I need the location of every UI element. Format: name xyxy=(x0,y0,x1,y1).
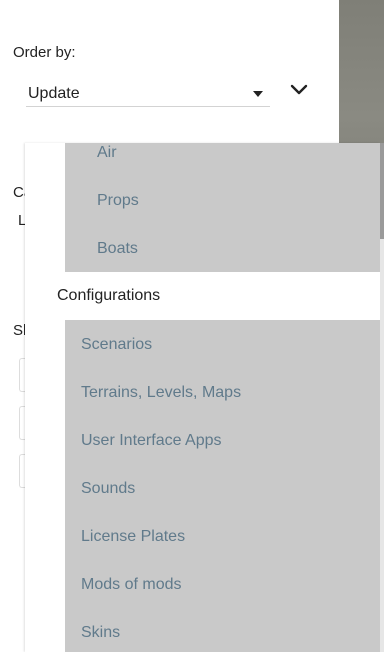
menu-item-configurations[interactable]: Configurations xyxy=(57,287,160,305)
dropdown-caret-icon xyxy=(253,91,263,97)
menu-item-boats[interactable]: Boats xyxy=(97,240,138,258)
menu-item-air[interactable]: Air xyxy=(97,144,117,162)
order-by-select[interactable]: Update xyxy=(26,82,270,107)
menu-item-sounds[interactable]: Sounds xyxy=(81,480,135,498)
menu-item-skins[interactable]: Skins xyxy=(81,624,120,642)
chevron-down-icon[interactable] xyxy=(289,82,309,98)
menu-item-mods-of-mods[interactable]: Mods of mods xyxy=(81,576,181,594)
dropdown-scrollbar-thumb[interactable] xyxy=(380,143,384,239)
order-by-value: Update xyxy=(28,85,80,102)
menu-item-scenarios[interactable]: Scenarios xyxy=(81,336,152,354)
order-by-label: Order by: xyxy=(13,44,76,61)
menu-item-props[interactable]: Props xyxy=(97,192,139,210)
menu-item-license-plates[interactable]: License Plates xyxy=(81,528,185,546)
menu-item-terrains[interactable]: Terrains, Levels, Maps xyxy=(81,384,241,402)
menu-item-ui-apps[interactable]: User Interface Apps xyxy=(81,432,222,450)
